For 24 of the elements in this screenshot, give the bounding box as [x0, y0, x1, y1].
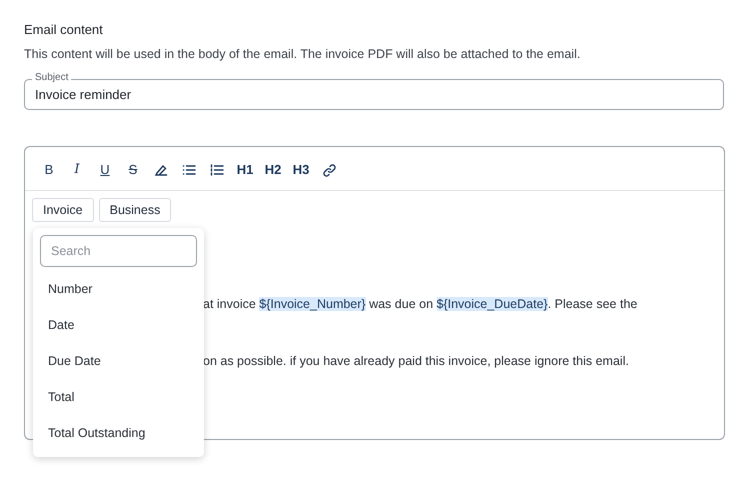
variable-group-tab[interactable]: Business: [98, 198, 172, 222]
dropdown-item[interactable]: Date: [40, 307, 197, 343]
numbered-list-icon: [210, 164, 224, 176]
bullet-list-icon: [182, 164, 196, 176]
link-icon: [322, 162, 336, 178]
section-description: This content will be used in the body of the email. The invoice PDF will also be attached to the email.: [24, 46, 582, 62]
dropdown-item[interactable]: Total Outstanding: [40, 415, 197, 451]
underline-button[interactable]: U: [91, 160, 119, 180]
dropdown-item[interactable]: Due Date: [40, 343, 197, 379]
section-title: Email content: [24, 22, 104, 38]
bold-button[interactable]: B: [35, 160, 63, 180]
strike-button[interactable]: S: [119, 160, 147, 180]
search-field[interactable]: Search: [40, 235, 197, 267]
variable-group-tab[interactable]: Invoice: [32, 198, 94, 222]
body-text: on as possible. if you have already paid this invoice, please ignore this email.: [203, 353, 630, 370]
heading-button[interactable]: H2: [259, 160, 287, 180]
heading-button[interactable]: H1: [231, 160, 259, 180]
italic-button[interactable]: I: [63, 160, 91, 180]
highlighter-icon: [154, 163, 168, 177]
dropdown-item[interactable]: Total: [40, 379, 197, 415]
dropdown-item[interactable]: Number: [40, 271, 197, 307]
subject-label: Subject: [32, 71, 72, 85]
body-text: at invoice ${Invoice_Number} was due on ${Invoice_DueDate}. Please see the: [203, 296, 638, 313]
heading-button[interactable]: H3: [287, 160, 315, 180]
